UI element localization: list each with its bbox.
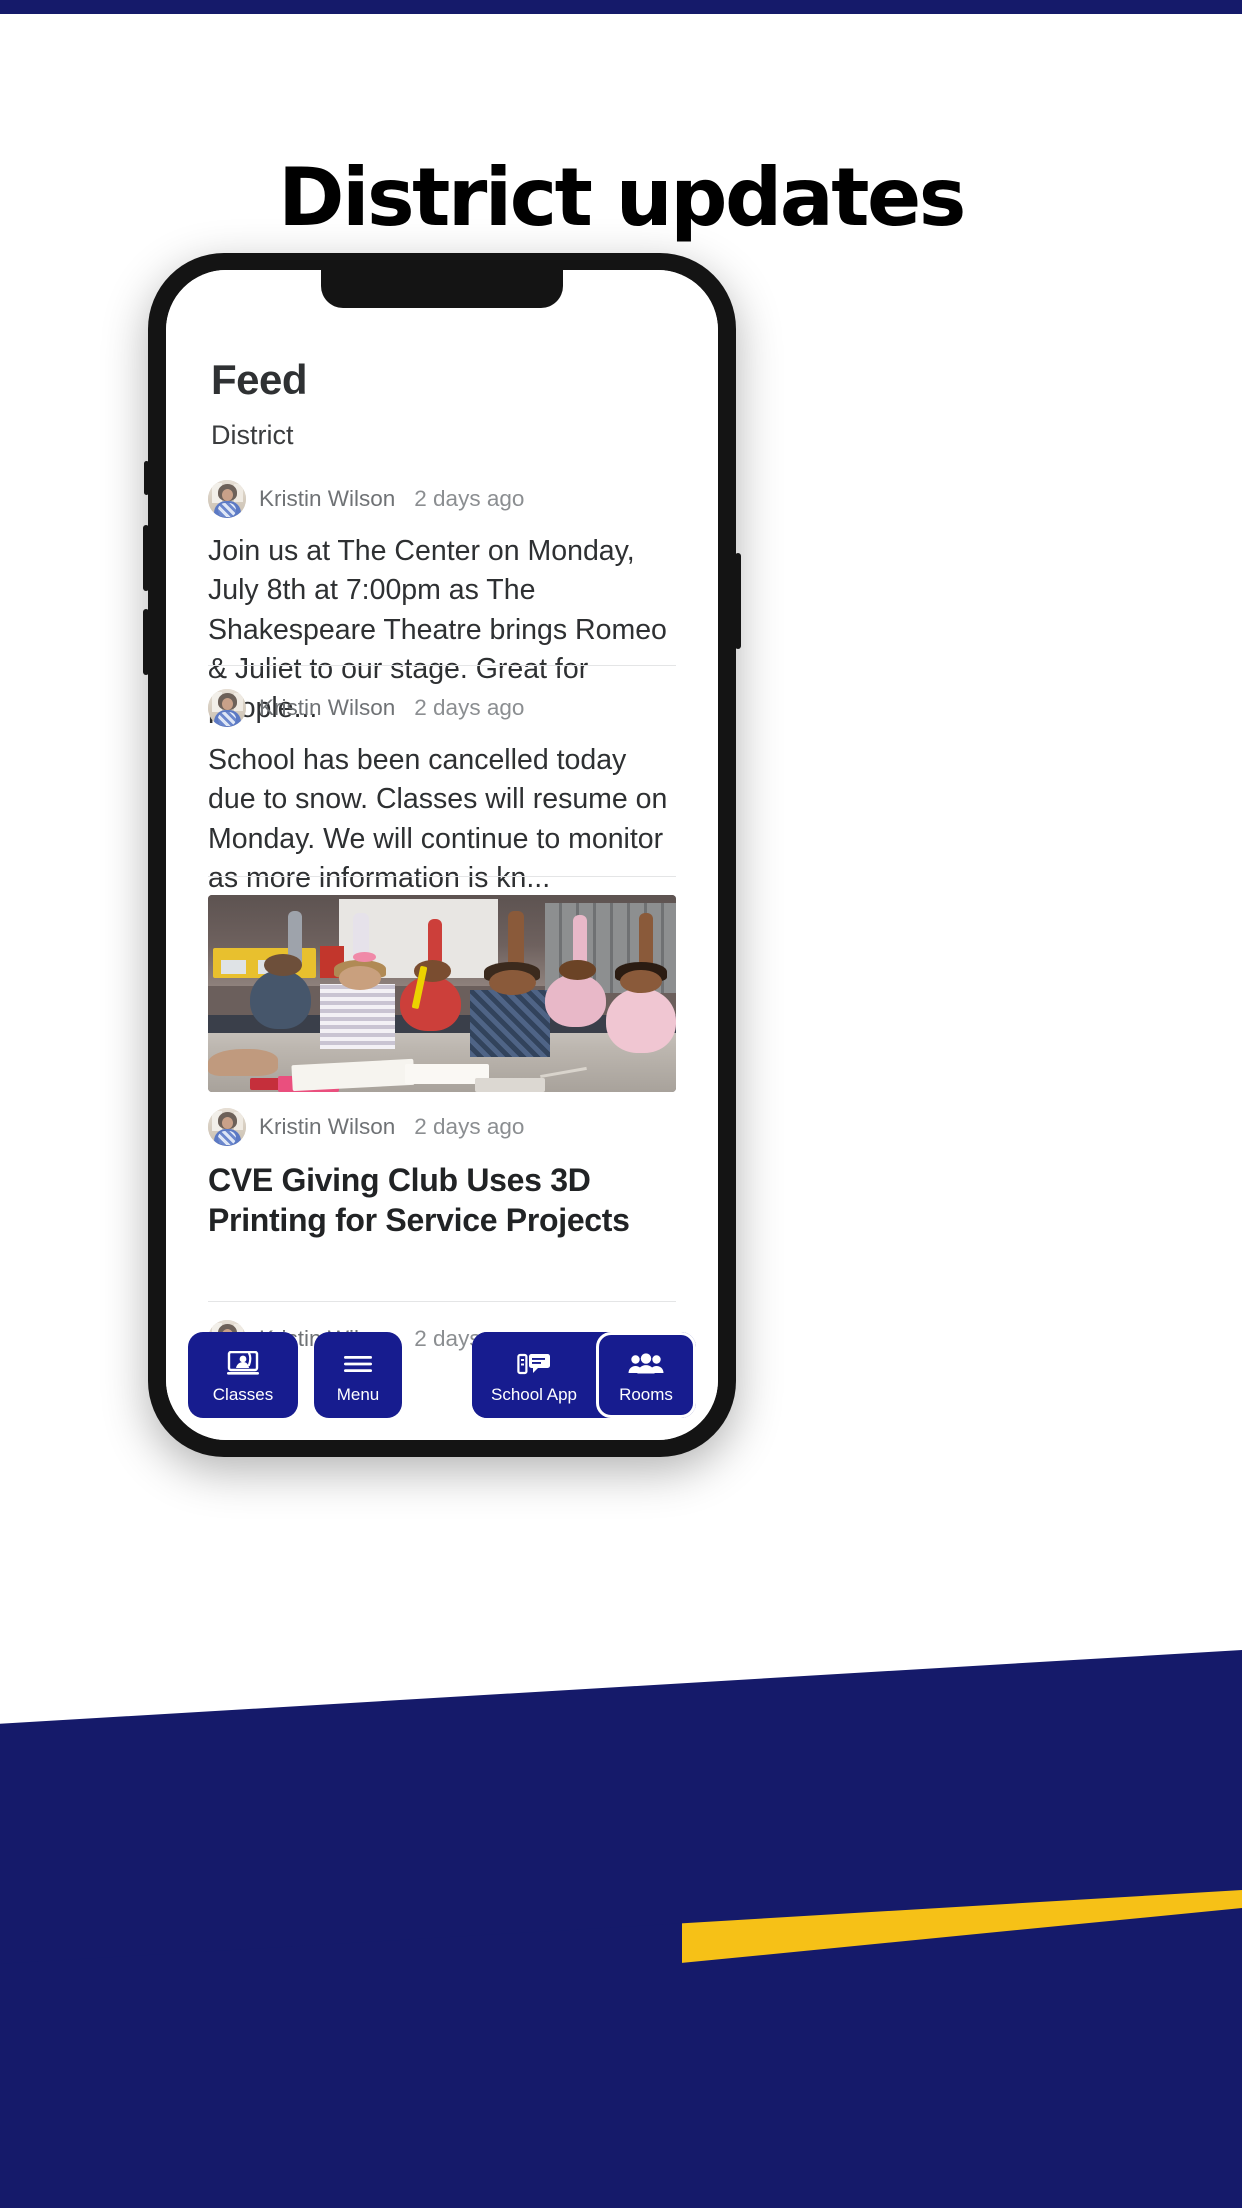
nav-label-school-app: School App bbox=[490, 1384, 577, 1404]
post-divider bbox=[208, 665, 676, 666]
nav-button-rooms[interactable]: Rooms bbox=[596, 1332, 696, 1418]
feed-subtitle: District bbox=[211, 420, 294, 450]
post-headline: CVE Giving Club Uses 3D Printing for Ser… bbox=[208, 1162, 630, 1238]
nav-label-rooms: Rooms bbox=[619, 1384, 673, 1404]
phone-mockup: Feed District Kristin Wilson 2 days ago … bbox=[143, 253, 741, 1457]
phone-mute-switch bbox=[144, 461, 149, 495]
post-image[interactable] bbox=[208, 895, 676, 1092]
nav-label-classes: Classes bbox=[212, 1384, 274, 1404]
post-timestamp: 2 days ago bbox=[414, 695, 525, 720]
nav-button-menu[interactable]: Menu bbox=[314, 1332, 402, 1418]
post-author-row: Kristin Wilson 2 days ago bbox=[208, 689, 676, 727]
app-screen: Feed District Kristin Wilson 2 days ago … bbox=[166, 270, 718, 1440]
nav-label-menu: Menu bbox=[336, 1384, 380, 1404]
post-timestamp: 2 days ago bbox=[414, 486, 525, 511]
nav-button-school-app[interactable]: School App bbox=[472, 1332, 596, 1418]
nav-group-right: School App Rooms bbox=[472, 1332, 696, 1418]
school-app-icon bbox=[517, 1348, 551, 1380]
post-divider bbox=[208, 1301, 676, 1302]
post-timestamp: 2 days ago bbox=[414, 1114, 525, 1139]
page-title: District updates bbox=[278, 150, 966, 244]
nav-button-classes[interactable]: Classes bbox=[188, 1332, 298, 1418]
presentation-board-icon bbox=[226, 1348, 260, 1380]
post-author-row: Kristin Wilson 2 days ago bbox=[208, 1108, 676, 1146]
user-avatar-photo-icon bbox=[208, 480, 246, 518]
phone-screen-bezel: Feed District Kristin Wilson 2 days ago … bbox=[166, 270, 718, 1440]
user-avatar-photo-icon bbox=[208, 1108, 246, 1146]
post-author-name: Kristin Wilson bbox=[259, 1114, 396, 1139]
phone-volume-up-button bbox=[143, 525, 149, 591]
feed-title: Feed bbox=[211, 356, 308, 403]
top-navy-strip bbox=[0, 0, 1242, 14]
post-author-row: Kristin Wilson 2 days ago bbox=[208, 480, 676, 518]
post-author-name: Kristin Wilson bbox=[259, 695, 396, 720]
phone-power-button bbox=[735, 553, 741, 649]
phone-volume-down-button bbox=[143, 609, 149, 675]
feed-post[interactable]: Kristin Wilson 2 days ago CVE Giving Clu… bbox=[166, 895, 718, 1240]
user-avatar-photo-icon bbox=[208, 689, 246, 727]
post-divider bbox=[208, 876, 676, 877]
bottom-navigation-bar: Classes Menu School App Rooms bbox=[166, 1332, 718, 1418]
feed-post[interactable]: Kristin Wilson 2 days ago School has bee… bbox=[166, 689, 718, 898]
post-body-text: School has been cancelled today due to s… bbox=[208, 744, 668, 894]
post-author-name: Kristin Wilson bbox=[259, 486, 396, 511]
people-group-icon bbox=[628, 1348, 664, 1380]
hamburger-menu-icon bbox=[343, 1348, 373, 1380]
phone-notch bbox=[321, 270, 563, 308]
